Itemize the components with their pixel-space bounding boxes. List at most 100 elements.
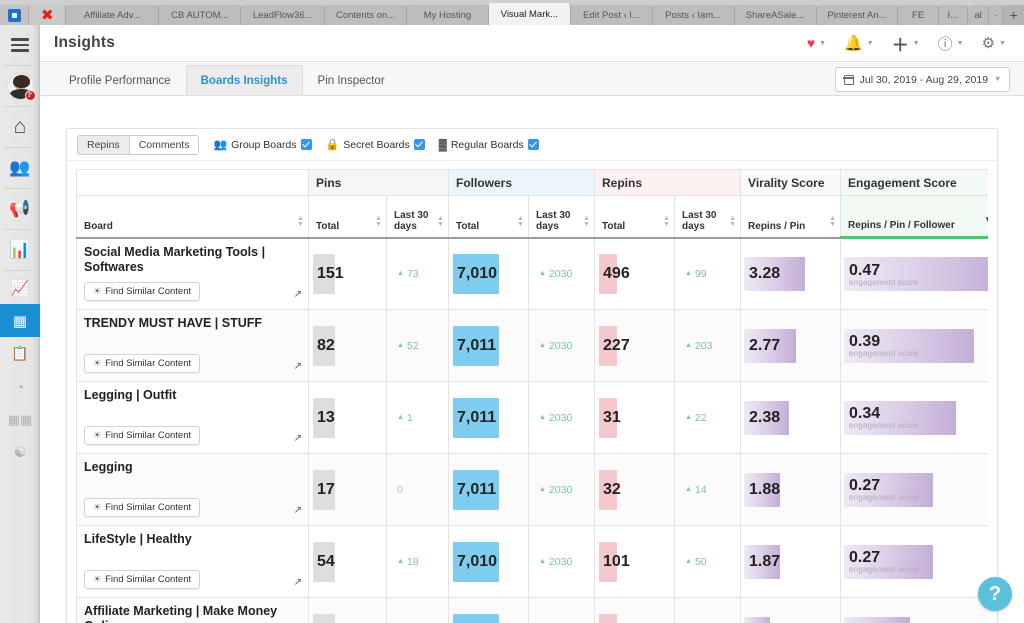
find-similar-content-button[interactable]: ☀ Find Similar Content [84,282,201,301]
browser-tab-5[interactable]: Visual Mark... [488,3,571,25]
browser-tab-8[interactable]: ShareASale... [734,5,817,25]
column-header-8[interactable]: Repins / Pin / Follower ▼ [840,195,988,239]
sidebar-item-home[interactable]: ⌂ [0,107,40,147]
tab-boards-insights[interactable]: Boards Insights [185,65,303,95]
table-row[interactable]: Legging | Outfit ☀ Find Similar Content ↗ 13… [76,381,988,454]
help-button[interactable]: ? [978,577,1012,611]
column-header-5[interactable]: Total ▲ ▼ [594,195,676,239]
filter-regular-boards[interactable]: ▓ Regular Boards [439,139,539,151]
sidebar-item-boards[interactable]: ▦ [0,304,40,337]
browser-tab-11[interactable]: I... [938,5,968,25]
sort-icon[interactable]: ▲ ▼ [829,215,836,228]
boards-table-body: Social Media Marketing Tools | Softwares… [76,237,988,623]
column-group-pins: Pins [308,169,449,196]
column-header-label: Total [602,220,626,232]
sidebar-item-trends[interactable]: 📈 [0,271,40,304]
table-row[interactable]: Legging ☀ Find Similar Content ↗ 17 0 7,011 ▲ 20… [76,453,988,526]
value: 31 [603,408,621,426]
open-external-icon[interactable]: ↗ [294,289,302,300]
sort-icon[interactable]: ▲ ▼ [437,215,444,228]
favorites-button[interactable]: ♥ ▼ [807,35,826,51]
sort-icon[interactable]: ▲ ▼ [729,215,736,228]
pins-total-cell: 17 [308,453,387,526]
sort-desc-icon[interactable]: ▼ [984,215,988,224]
sidebar-item-flow[interactable]: ☯ [0,436,40,469]
checkbox[interactable] [300,139,312,150]
tab-pin-inspector[interactable]: Pin Inspector [303,65,400,95]
table-row[interactable]: LifeStyle | Healthy ☀ Find Similar Content… [76,525,988,598]
browser-tab-4[interactable]: My Hosting [406,5,489,25]
tab-profile-performance[interactable]: Profile Performance [54,65,186,95]
sidebar-item-grid[interactable]: ▦▦ [0,403,40,436]
filter-secret-boards[interactable]: 🔒 Secret Boards [326,138,425,151]
new-tab-button[interactable]: + [1003,5,1024,25]
help-button[interactable]: ⓘ ▼ [938,33,964,54]
engagement-sub-label: engagement score [849,349,919,358]
checkbox[interactable] [413,139,425,150]
date-range-picker[interactable]: Jul 30, 2019 - Aug 29, 2019 ▼ [834,67,1010,92]
browser-tabstrip[interactable]: ✖ Affiliate Adv... CB AUTOM... LeadFlow36.… [0,0,1024,25]
column-header-2[interactable]: Last 30 days ▲ ▼ [386,195,449,239]
open-external-icon[interactable]: ↗ [294,361,302,372]
column-header-3[interactable]: Total ▲ ▼ [448,195,529,239]
sidebar-item-audience[interactable]: 👥 [0,148,40,188]
value: 54 [317,552,335,570]
engagement-score-cell: 0.34 engagement score [840,381,988,454]
sidebar-item-campaigns[interactable]: 📢 [0,189,40,229]
find-similar-content-button[interactable]: ☀ Find Similar Content [84,498,201,517]
account-avatar[interactable]: P [0,66,40,106]
add-button[interactable]: ＋ ▼ [892,31,920,56]
virality-value: 2.77 [749,336,781,354]
value: 17 [317,480,335,498]
checkbox[interactable] [527,139,539,150]
browser-tab-7[interactable]: Posts ‹ Iam... [652,5,735,25]
sidebar-item-pie[interactable]: ◔ [0,370,40,403]
column-header-7[interactable]: Repins / Pin ▲ ▼ [740,195,842,239]
open-external-icon[interactable]: ↗ [294,577,302,588]
boards-table-scroll[interactable]: Pins Followers Repins Virality Score Engagem… [76,169,988,623]
metric-toggle[interactable]: Repins Comments [77,134,200,155]
browser-tab-12[interactable]: al [967,5,990,25]
browser-tab-1[interactable]: CB AUTOM... [159,5,242,25]
browser-tab-2[interactable]: LeadFlow36... [241,5,326,25]
menu-toggle-button[interactable] [0,25,40,65]
column-header-label: Board [84,220,113,232]
board-name: Legging [84,460,133,474]
find-similar-content-button[interactable]: ☀ Find Similar Content [84,570,201,589]
column-header-1[interactable]: Total ▲ ▼ [308,195,387,239]
notifications-button[interactable]: 🔔 ▼ [844,34,874,52]
browser-tab-3[interactable]: Contents on... [325,5,407,25]
browser-tab-13[interactable]: · [989,5,1004,25]
sort-icon[interactable]: ▲ ▼ [375,215,382,228]
column-header-4[interactable]: Last 30 days ▲ ▼ [527,195,596,239]
table-row[interactable]: TRENDY MUST HAVE | STUFF ☀ Find Similar Co… [76,309,988,382]
filter-group-boards[interactable]: 👥 Group Boards [213,138,312,151]
repins-last30-cell: ▲ 99 [674,237,742,310]
browser-tab-0[interactable]: Affiliate Adv... [66,5,160,25]
column-header-0[interactable]: Board ▲ ▼ [76,195,309,239]
find-similar-content-button[interactable]: ☀ Find Similar Content [84,354,201,373]
metric-comments-button[interactable]: Comments [129,135,199,154]
open-external-icon[interactable]: ↗ [294,433,302,444]
sidebar-item-reports[interactable]: 📋 [0,337,40,370]
sort-icon[interactable]: ▲ ▼ [297,215,304,228]
column-header-6[interactable]: Last 30 days ▲ ▼ [674,195,742,239]
sidebar-item-analytics[interactable]: 📊 [0,230,40,270]
browser-close-x-icon[interactable]: ✖ [29,5,67,25]
column-header-label: Total [316,220,340,232]
table-row[interactable]: Affiliate Marketing | Make Money Online☀… [76,597,988,623]
sort-icon[interactable]: ▲ ▼ [517,215,524,228]
browser-app-icon[interactable] [0,5,30,25]
browser-tab-6[interactable]: Edit Post ‹ l... [570,5,653,25]
metric-repins-button[interactable]: Repins [78,135,130,154]
settings-button[interactable]: ⚙ ▼ [982,34,1006,52]
sort-icon[interactable]: ▲ ▼ [583,215,590,228]
browser-tab-10[interactable]: FE [898,5,939,25]
browser-tab-9[interactable]: Pinterest An... [816,5,899,25]
open-external-icon[interactable]: ↗ [294,505,302,516]
table-row[interactable]: Social Media Marketing Tools | Softwares… [76,237,988,310]
board-name: Affiliate Marketing | Make Money Online [84,604,278,623]
settings-icon: ⚙ [981,35,996,52]
find-similar-content-button[interactable]: ☀ Find Similar Content [84,426,201,445]
sort-icon[interactable]: ▲ ▼ [663,215,670,228]
